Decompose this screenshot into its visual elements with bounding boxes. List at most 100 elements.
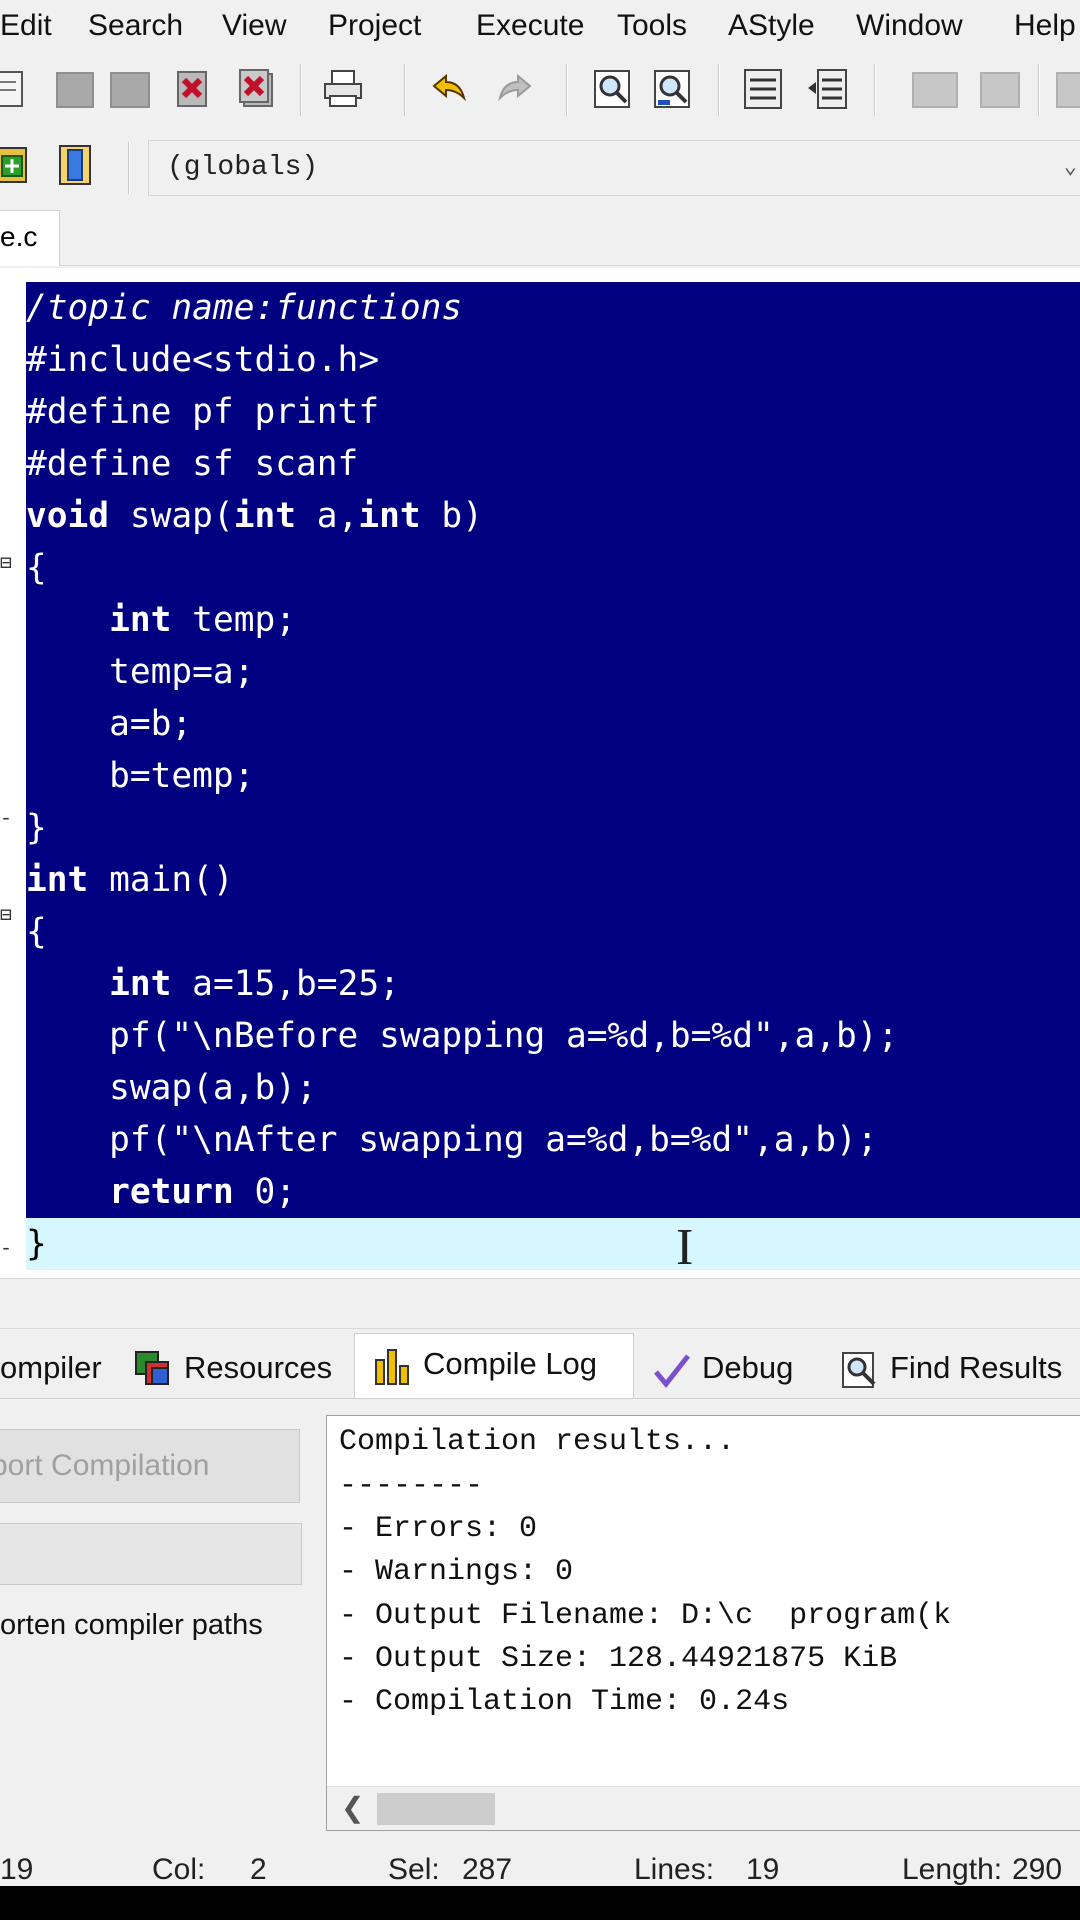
- debug-icon: [654, 1354, 690, 1388]
- main-toolbar: [0, 56, 1080, 128]
- code-line[interactable]: #define pf printf: [26, 386, 1080, 438]
- menu-edit[interactable]: Edit: [0, 6, 52, 46]
- menu-astyle[interactable]: AStyle: [728, 6, 815, 46]
- bottom-tab-bar: ompiler Resources Compile Log Debug Find…: [0, 1328, 1080, 1399]
- tab-compiler-label: ompiler: [0, 1350, 102, 1385]
- log-line: - Compilation Time: 0.24s: [339, 1685, 790, 1719]
- code-line[interactable]: b=temp;: [26, 750, 1080, 802]
- globals-dropdown[interactable]: (globals) ⌄: [148, 140, 1080, 196]
- indent-icon[interactable]: [742, 68, 784, 110]
- code-line[interactable]: {: [26, 542, 1080, 594]
- code-line[interactable]: int a=15,b=25;: [26, 958, 1080, 1010]
- code-line[interactable]: int main(): [26, 854, 1080, 906]
- status-lines-label: Lines:: [634, 1853, 715, 1886]
- redo-icon[interactable]: [494, 68, 536, 110]
- fold-marker-icon[interactable]: ⊟: [0, 550, 12, 576]
- code-line[interactable]: {: [26, 906, 1080, 958]
- print-icon[interactable]: [322, 68, 364, 110]
- undo-icon[interactable]: [428, 68, 470, 110]
- unindent-icon[interactable]: [806, 68, 848, 110]
- tab-resources[interactable]: Resources: [134, 1345, 332, 1397]
- text-cursor-icon: I: [676, 1219, 694, 1276]
- code-line[interactable]: pf("\nBefore swapping a=%d,b=%d",a,b);: [26, 1010, 1080, 1062]
- code-line[interactable]: #include<stdio.h>: [26, 334, 1080, 386]
- code-line[interactable]: void swap(int a,int b): [26, 490, 1080, 542]
- code-line[interactable]: /topic name:functions: [26, 282, 1080, 334]
- tab-debug-label: Debug: [702, 1350, 794, 1385]
- code-line-current[interactable]: }: [26, 1218, 1080, 1270]
- file-tab-bar: e.c: [0, 208, 1080, 266]
- editor-splitter[interactable]: [0, 1278, 1080, 1318]
- code-line[interactable]: int temp;: [26, 594, 1080, 646]
- replace-icon[interactable]: [652, 68, 694, 110]
- editor-gutter: ⊟ - ⊟ -: [0, 268, 24, 1278]
- file-tab[interactable]: e.c: [0, 210, 60, 266]
- compile-log-icon: [375, 1348, 409, 1385]
- tab-debug[interactable]: Debug: [652, 1345, 793, 1397]
- globals-dropdown-value: (globals): [167, 152, 319, 183]
- close-all-icon[interactable]: [236, 68, 278, 110]
- log-line: - Output Size: 128.44921875 KiB: [339, 1642, 898, 1676]
- log-line: --------: [339, 1469, 484, 1503]
- tab-compile-log[interactable]: Compile Log: [354, 1333, 634, 1399]
- toggle-bookmark-icon[interactable]: [912, 72, 958, 108]
- status-col-label: Col:: [152, 1853, 206, 1886]
- log-line: - Warnings: 0: [339, 1555, 574, 1589]
- compile-log-panel: bort Compilation orten compiler paths Co…: [0, 1398, 1080, 1838]
- scrollbar-thumb[interactable]: [377, 1793, 495, 1825]
- chevron-down-icon[interactable]: ⌄: [1064, 141, 1077, 195]
- status-length-label: Length:: [902, 1853, 1003, 1886]
- code-line[interactable]: }: [26, 802, 1080, 854]
- code-area[interactable]: /topic name:functions #include<stdio.h> …: [26, 282, 1080, 1282]
- status-line: 19: [0, 1853, 34, 1886]
- code-line[interactable]: #define sf scanf: [26, 438, 1080, 490]
- status-sel: 287: [462, 1853, 513, 1886]
- close-file-icon[interactable]: [172, 68, 214, 110]
- fold-marker-icon[interactable]: ⊟: [0, 902, 12, 928]
- status-length: 290: [1012, 1853, 1063, 1886]
- menu-tools[interactable]: Tools: [617, 6, 687, 46]
- code-line[interactable]: return 0;: [26, 1166, 1080, 1218]
- scroll-left-icon[interactable]: ❮: [341, 1791, 364, 1824]
- horizontal-scrollbar[interactable]: ❮: [327, 1786, 1080, 1830]
- compile-progress-bar: [0, 1523, 302, 1585]
- properties-icon[interactable]: [0, 68, 28, 110]
- find-icon[interactable]: [592, 68, 634, 110]
- tab-compiler[interactable]: ompiler: [0, 1345, 102, 1397]
- abort-compilation-button[interactable]: bort Compilation: [0, 1429, 300, 1503]
- menu-window[interactable]: Window: [856, 6, 963, 46]
- menu-bar: Edit Search View Project Execute Tools A…: [0, 0, 1080, 52]
- ide-window: Edit Search View Project Execute Tools A…: [0, 0, 1080, 1886]
- fold-end-marker: -: [0, 1238, 13, 1261]
- menu-project[interactable]: Project: [328, 6, 421, 46]
- save-icon[interactable]: [56, 72, 94, 108]
- status-sel-label: Sel:: [388, 1853, 440, 1886]
- code-line[interactable]: pf("\nAfter swapping a=%d,b=%d",a,b);: [26, 1114, 1080, 1166]
- log-line: - Errors: 0: [339, 1512, 538, 1546]
- log-line: Compilation results...: [339, 1425, 736, 1459]
- shorten-paths-checkbox[interactable]: orten compiler paths: [0, 1605, 263, 1645]
- goto-bookmark-icon[interactable]: [980, 72, 1020, 108]
- menu-view[interactable]: View: [222, 6, 286, 46]
- code-line[interactable]: temp=a;: [26, 646, 1080, 698]
- code-line[interactable]: swap(a,b);: [26, 1062, 1080, 1114]
- save-all-icon[interactable]: [110, 72, 150, 108]
- code-editor[interactable]: ⊟ - ⊟ - /topic name:functions #include<s…: [0, 268, 1080, 1278]
- tab-compile-log-label: Compile Log: [423, 1346, 598, 1381]
- add-to-project-icon[interactable]: [0, 144, 34, 186]
- resources-icon: [135, 1350, 169, 1385]
- log-line: - Output Filename: D:\c program(k: [339, 1599, 952, 1633]
- status-lines: 19: [746, 1853, 780, 1886]
- tab-find-results[interactable]: Find Results: [840, 1345, 1062, 1397]
- compile-log-output[interactable]: Compilation results... -------- - Errors…: [326, 1415, 1080, 1831]
- class-toolbar: (globals) ⌄: [0, 134, 1080, 204]
- menu-search[interactable]: Search: [88, 6, 183, 46]
- remove-from-project-icon[interactable]: [54, 144, 96, 186]
- fold-end-marker: -: [0, 808, 13, 831]
- code-line[interactable]: a=b;: [26, 698, 1080, 750]
- menu-execute[interactable]: Execute: [476, 6, 584, 46]
- tab-find-results-label: Find Results: [890, 1350, 1063, 1385]
- new-class-icon[interactable]: [1056, 72, 1080, 108]
- menu-help[interactable]: Help: [1014, 6, 1076, 46]
- find-results-icon: [842, 1351, 876, 1388]
